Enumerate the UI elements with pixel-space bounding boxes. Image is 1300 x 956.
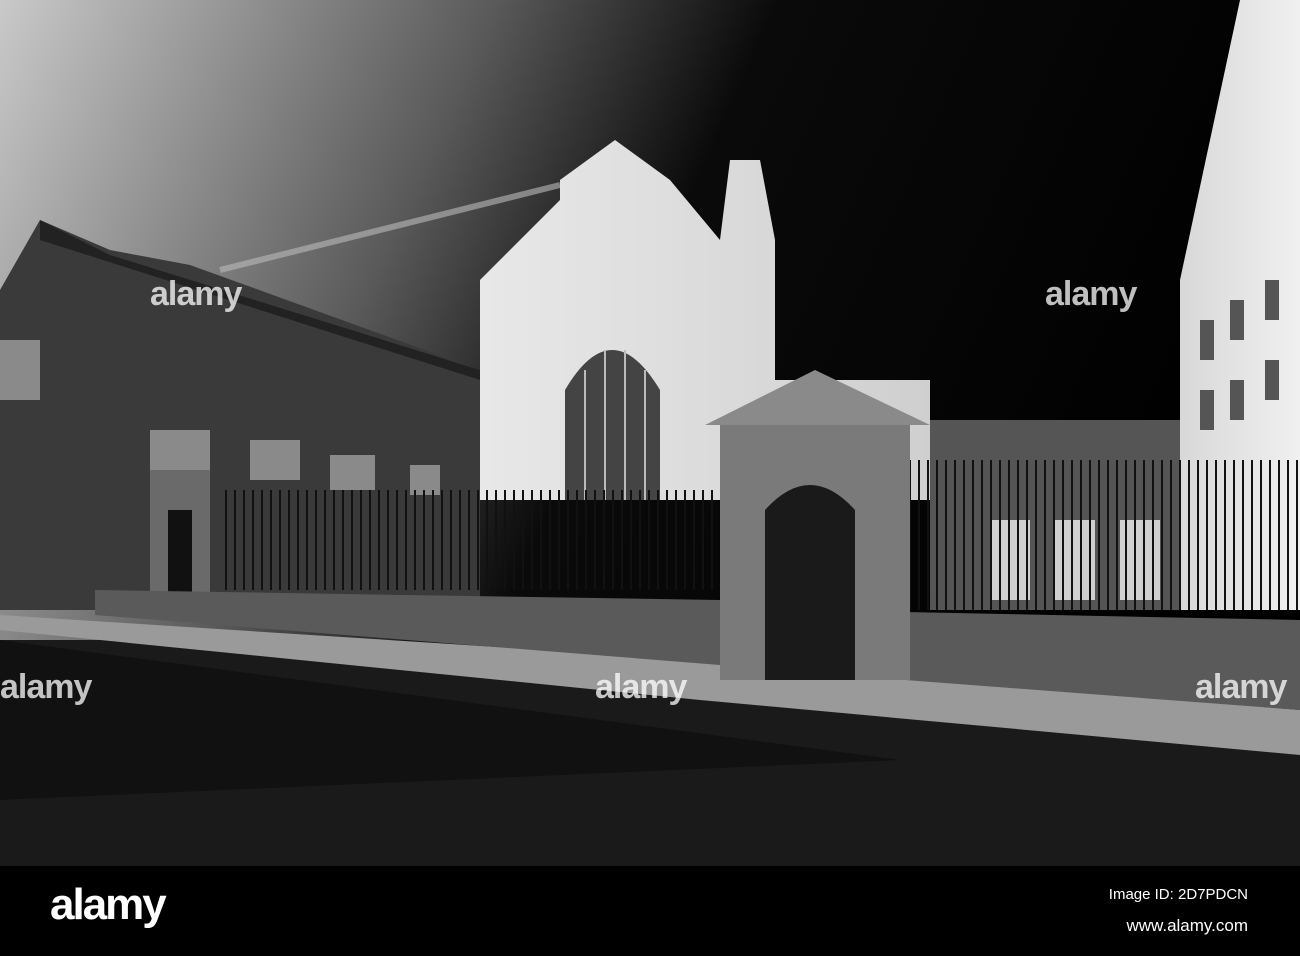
alamy-logo: alamy (50, 880, 167, 929)
watermark: alamy (1195, 668, 1287, 706)
photo-chapel-street-scene (0, 0, 1300, 866)
watermark: alamy (1045, 275, 1137, 313)
site-url: www.alamy.com (1126, 916, 1248, 935)
watermark: alamy (0, 668, 92, 706)
stock-photo: alamy alamy alamy alamy alamy alamy Imag… (0, 0, 1300, 956)
watermark: alamy (595, 668, 687, 706)
watermark: alamy (150, 275, 242, 313)
iron-railings (220, 490, 720, 590)
image-id-label: Image ID: 2D7PDCN (1108, 886, 1248, 903)
watermark-banner: alamy Image ID: 2D7PDCN www.alamy.com (0, 866, 1300, 956)
gateway-arch (765, 485, 855, 680)
